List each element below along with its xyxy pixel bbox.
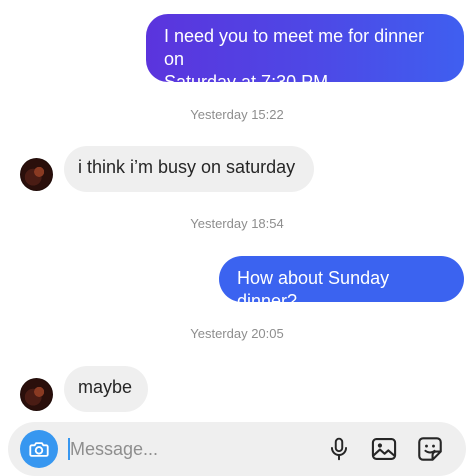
- avatar[interactable]: [20, 378, 53, 411]
- sticker-icon: [418, 437, 442, 461]
- message-text: i think i’m busy on saturday: [78, 157, 296, 177]
- incoming-message-bubble[interactable]: i think i’m busy on saturday: [64, 146, 314, 192]
- camera-icon: [29, 442, 49, 457]
- voice-message-button[interactable]: [324, 434, 354, 464]
- message-text-line: I need you to meet me for dinner on: [164, 26, 425, 69]
- camera-button[interactable]: [20, 430, 58, 468]
- avatar[interactable]: [20, 158, 53, 191]
- message-text-line: Saturday at 7:30 PM: [164, 72, 329, 92]
- message-input[interactable]: [70, 432, 310, 466]
- message-text: How about Sunday dinner?: [237, 268, 390, 311]
- message-timestamp: Yesterday 15:22: [190, 107, 284, 122]
- sticker-button[interactable]: [415, 434, 445, 464]
- message-timestamp: Yesterday 20:05: [190, 326, 284, 341]
- outgoing-message-bubble[interactable]: How about Sunday dinner?: [219, 256, 464, 311]
- message-text: maybe: [78, 377, 133, 397]
- message-composer: [8, 422, 466, 476]
- message-thread: I need you to meet me for dinner on Satu…: [0, 0, 474, 476]
- outgoing-message-bubble[interactable]: I need you to meet me for dinner on Satu…: [146, 14, 464, 92]
- microphone-icon: [330, 437, 348, 461]
- gallery-icon: [371, 438, 397, 460]
- message-timestamp: Yesterday 18:54: [190, 216, 284, 231]
- gallery-button[interactable]: [369, 434, 399, 464]
- incoming-message-bubble[interactable]: maybe: [64, 366, 148, 412]
